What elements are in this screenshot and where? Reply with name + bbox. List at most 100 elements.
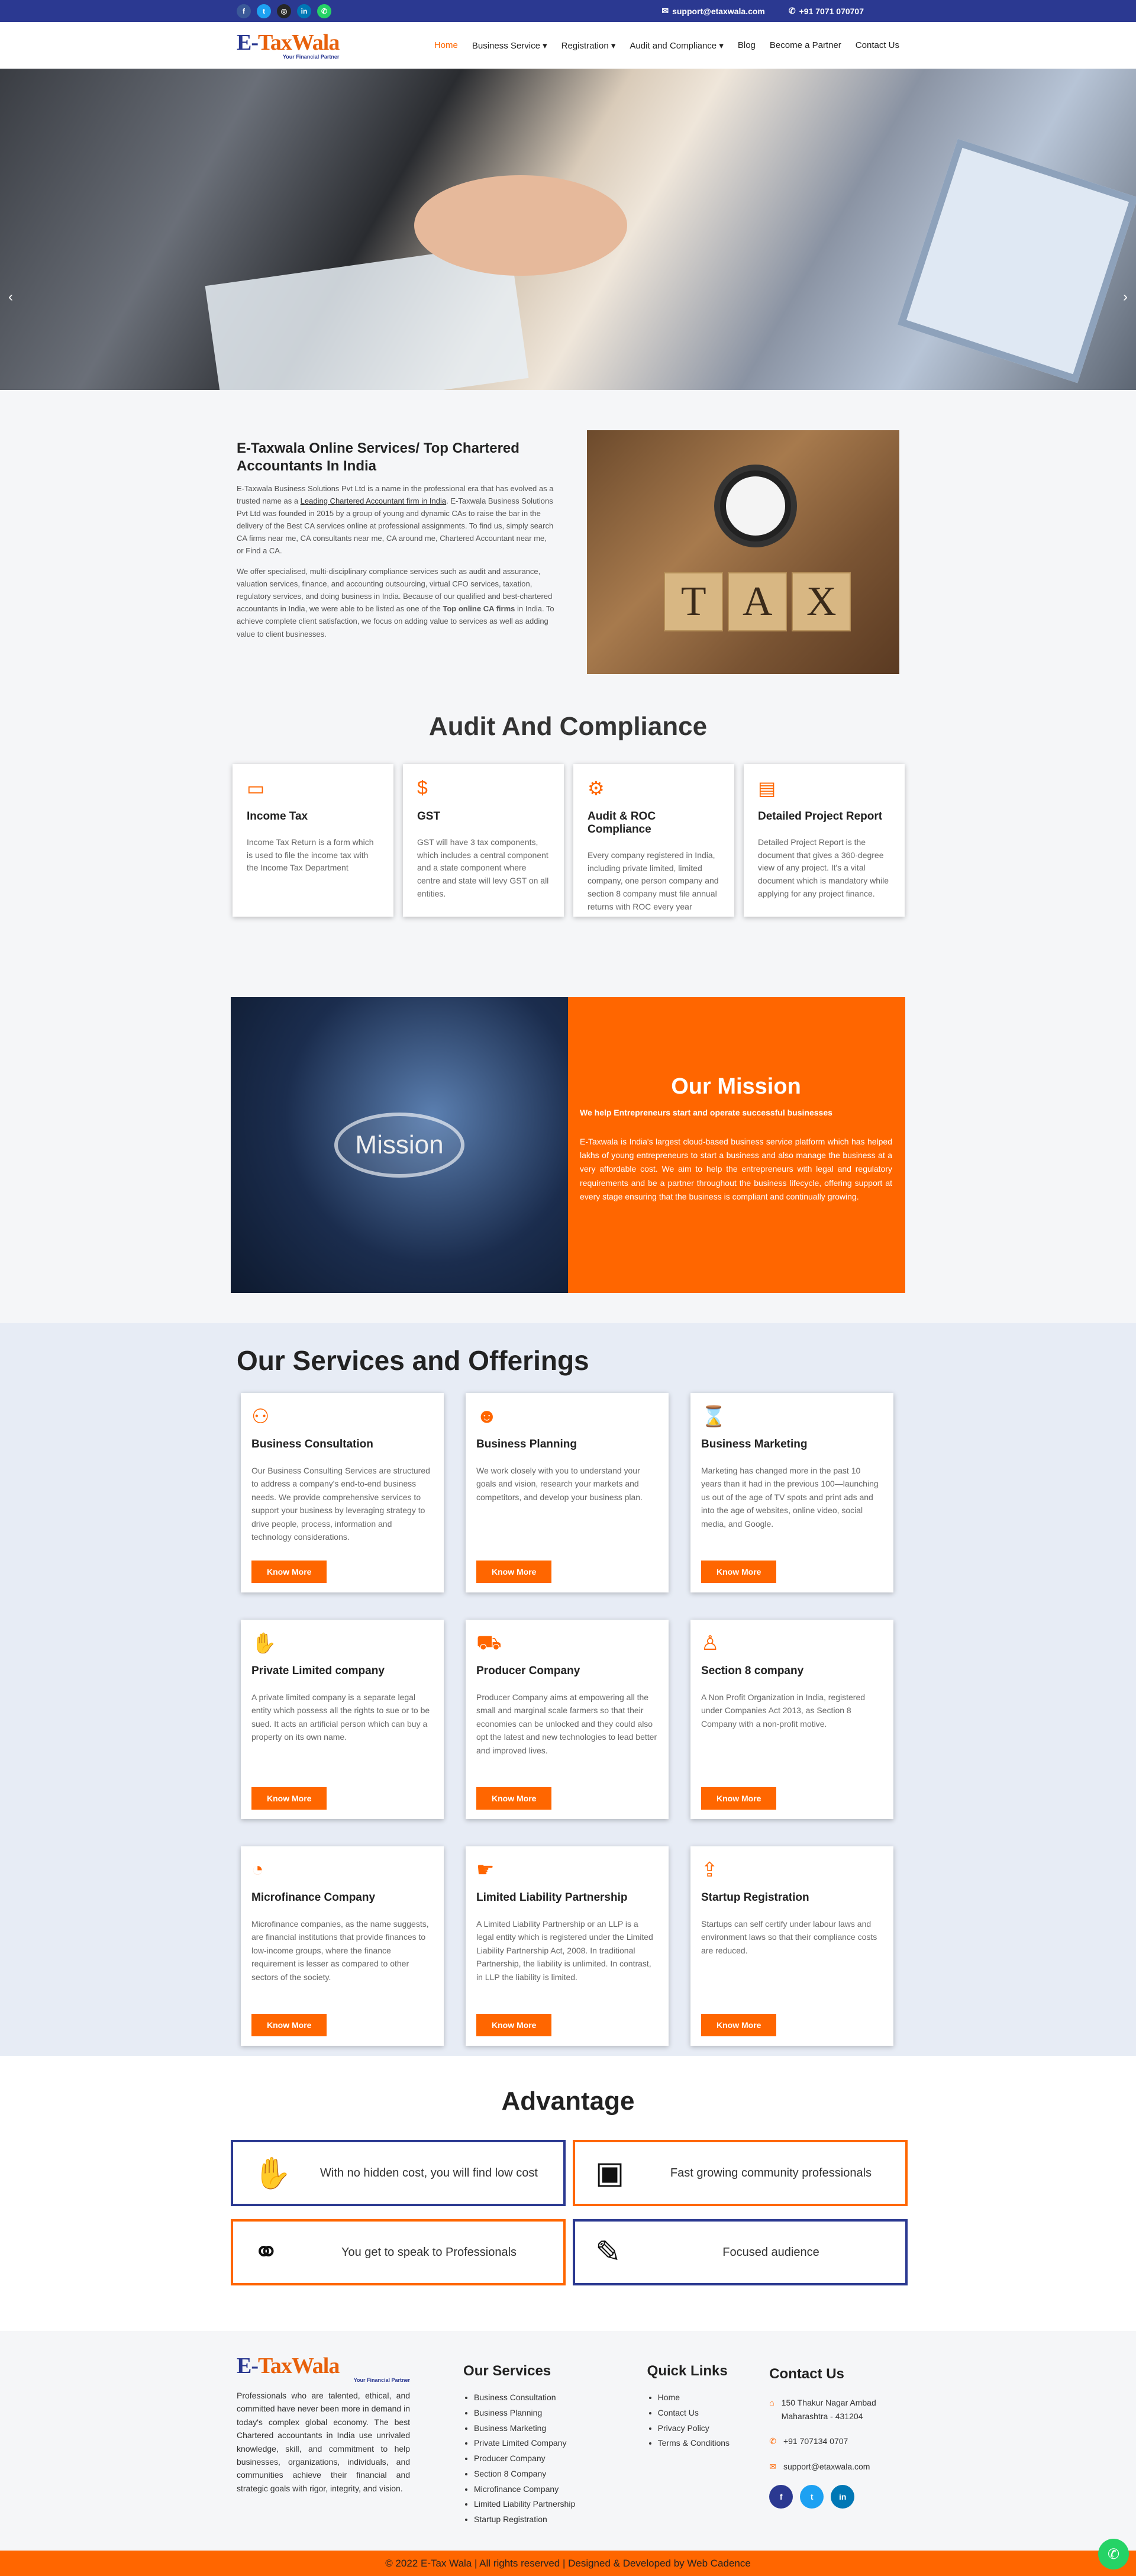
footer-links-title: Quick Links bbox=[647, 2363, 728, 2379]
services-section: Our Services and Offerings ⚇ Business Co… bbox=[0, 1323, 1136, 2056]
service-card: ⌛ Business Marketing Marketing has change… bbox=[690, 1393, 893, 1592]
footer-link-contact[interactable]: Contact Us bbox=[658, 2406, 734, 2421]
nav-blog[interactable]: Blog bbox=[738, 40, 756, 51]
know-more-button[interactable]: Know More bbox=[476, 2014, 552, 2036]
person-icon: ♙ bbox=[701, 1632, 719, 1655]
footer-link-terms[interactable]: Terms & Conditions bbox=[658, 2436, 734, 2451]
footer-service-link[interactable]: Private Limited Company bbox=[474, 2436, 588, 2451]
site-logo[interactable]: E-TaxWala Your Financial Partner bbox=[237, 31, 340, 60]
footer-link-privacy[interactable]: Privacy Policy bbox=[658, 2421, 734, 2436]
advantage-focused: ✎ Focused audience bbox=[573, 2219, 908, 2285]
home-icon: ⌂ bbox=[769, 2398, 774, 2408]
about-section: E-Taxwala Online Services/ Top Chartered… bbox=[0, 390, 1136, 712]
audit-card-dpr[interactable]: ▤ Detailed Project Report Detailed Proje… bbox=[744, 764, 905, 917]
know-more-button[interactable]: Know More bbox=[476, 1561, 552, 1583]
mission-text: E-Taxwala is India's largest cloud-based… bbox=[580, 1137, 892, 1201]
linkedin-icon[interactable]: in bbox=[297, 4, 311, 18]
audit-card-gst[interactable]: $ GST GST will have 3 tax components, wh… bbox=[403, 764, 564, 917]
slider-next-arrow-icon[interactable]: › bbox=[1123, 289, 1128, 305]
notepad-icon: ✎ bbox=[595, 2235, 621, 2269]
about-paragraph-1: E-Taxwala Business Solutions Pvt Ltd is … bbox=[237, 484, 554, 556]
footer-link-home[interactable]: Home bbox=[658, 2390, 734, 2406]
know-more-button[interactable]: Know More bbox=[251, 1561, 327, 1583]
facebook-icon[interactable]: f bbox=[237, 4, 251, 18]
about-title: E-Taxwala Online Services/ Top Chartered… bbox=[237, 440, 519, 474]
footer-service-link[interactable]: Business Consultation bbox=[474, 2390, 588, 2406]
twitter-icon[interactable]: t bbox=[257, 4, 271, 18]
facebook-icon[interactable]: f bbox=[769, 2484, 793, 2509]
nav-contact[interactable]: Contact Us bbox=[856, 40, 899, 51]
dollar-icon: $ bbox=[417, 777, 428, 798]
instagram-icon[interactable]: ◎ bbox=[277, 4, 291, 18]
nav-become-partner[interactable]: Become a Partner bbox=[770, 40, 841, 51]
footer-services-title: Our Services bbox=[463, 2363, 551, 2379]
users-icon: ☻ bbox=[476, 1405, 498, 1427]
mission-title: Our Mission bbox=[671, 1074, 801, 1099]
footer-address: 150 Thakur Nagar Ambad Maharashtra - 431… bbox=[781, 2398, 876, 2421]
service-card: ⚇ Business Consultation Our Business Cons… bbox=[241, 1393, 444, 1592]
top-email[interactable]: ✉ support@etaxwala.com bbox=[661, 6, 765, 16]
service-card: ✋ Private Limited company A private limit… bbox=[241, 1620, 444, 1819]
whatsapp-float-icon[interactable]: ✆ bbox=[1098, 2539, 1129, 2569]
footer-contact-title: Contact Us bbox=[769, 2366, 844, 2382]
upload-tray-icon: ⇪ bbox=[701, 1859, 718, 1881]
about-paragraph-2: We offer specialised, multi-disciplinary… bbox=[237, 567, 554, 639]
tractor-icon: ⛟ bbox=[476, 1632, 502, 1654]
mail-icon: ✉ bbox=[661, 6, 669, 15]
audit-section: Audit And Compliance ▭ Income Tax Income… bbox=[0, 712, 1136, 997]
footer-email[interactable]: support@etaxwala.com bbox=[783, 2460, 870, 2473]
linkedin-icon[interactable]: in bbox=[831, 2484, 855, 2509]
footer-about: Professionals who are talented, ethical,… bbox=[237, 2391, 411, 2493]
nav-home[interactable]: Home bbox=[434, 40, 458, 51]
know-more-button[interactable]: Know More bbox=[251, 1787, 327, 1810]
services-title: Our Services and Offerings bbox=[237, 1345, 589, 1376]
service-card: ☛ Limited Liability Partnership A Limited… bbox=[466, 1846, 669, 2046]
footer-service-link[interactable]: Limited Liability Partnership bbox=[474, 2497, 588, 2512]
nav-audit-compliance[interactable]: Audit and Compliance ▾ bbox=[630, 40, 723, 51]
mission-image: Mission bbox=[231, 997, 568, 1293]
service-card: ☻ Business Planning We work closely with … bbox=[466, 1393, 669, 1592]
nav-registration[interactable]: Registration ▾ bbox=[561, 40, 616, 51]
footer-service-link[interactable]: Business Marketing bbox=[474, 2421, 588, 2436]
users-gear-icon: ⚙ bbox=[588, 778, 605, 799]
tax-image: T A X bbox=[587, 430, 899, 674]
know-more-button[interactable]: Know More bbox=[701, 1561, 777, 1583]
know-more-button[interactable]: Know More bbox=[251, 2014, 327, 2036]
nav-business-service[interactable]: Business Service ▾ bbox=[472, 40, 547, 51]
audit-card-roc[interactable]: ⚙ Audit & ROC Compliance Every company r… bbox=[573, 764, 734, 917]
money-icon: ▭ bbox=[247, 778, 265, 799]
footer-service-link[interactable]: Microfinance Company bbox=[474, 2482, 588, 2497]
footer-phone[interactable]: +91 707134 0707 bbox=[783, 2435, 848, 2448]
know-more-button[interactable]: Know More bbox=[701, 2014, 777, 2036]
advantage-community: ▣ Fast growing community professionals bbox=[573, 2140, 908, 2206]
service-card: ♙ Section 8 company A Non Profit Organiza… bbox=[690, 1620, 893, 1819]
hero-slider: ‹ › bbox=[0, 69, 1136, 390]
about-link[interactable]: Leading Chartered Accountant firm in Ind… bbox=[301, 496, 446, 505]
hand-coin-icon: ✋ bbox=[253, 2156, 292, 2191]
footer-service-link[interactable]: Startup Registration bbox=[474, 2512, 588, 2527]
top-phone[interactable]: ✆ +91 7071 070707 bbox=[789, 6, 864, 16]
service-card: ⛟ Producer Company Producer Company aims … bbox=[466, 1620, 669, 1819]
advantage-section: Advantage ✋ With no hidden cost, you will… bbox=[0, 2056, 1136, 2331]
audit-title: Audit And Compliance bbox=[428, 712, 708, 741]
advantage-title: Advantage bbox=[501, 2087, 635, 2116]
handshake-icon: ⚭ bbox=[253, 2235, 279, 2269]
slider-prev-arrow-icon[interactable]: ‹ bbox=[8, 289, 13, 305]
top-bar: f t ◎ in ✆ ✉ support@etaxwala.com ✆ +91 70… bbox=[0, 0, 1136, 22]
passport-icon: ▣ bbox=[595, 2156, 625, 2190]
service-card: ⇪ Startup Registration Startups can self … bbox=[690, 1846, 893, 2046]
footer-logo[interactable]: E-TaxWala Your Financial Partner bbox=[237, 2355, 410, 2383]
know-more-button[interactable]: Know More bbox=[701, 1787, 777, 1810]
footer-service-link[interactable]: Producer Company bbox=[474, 2451, 588, 2467]
mail-icon: ✉ bbox=[769, 2461, 776, 2471]
phone-icon: ✆ bbox=[769, 2436, 776, 2446]
whatsapp-icon[interactable]: ✆ bbox=[317, 4, 331, 18]
twitter-icon[interactable]: t bbox=[800, 2484, 824, 2509]
footer-service-link[interactable]: Section 8 Company bbox=[474, 2467, 588, 2482]
phone-icon: ✆ bbox=[788, 6, 796, 15]
audit-card-income-tax[interactable]: ▭ Income Tax Income Tax Return is a form… bbox=[233, 764, 393, 917]
know-more-button[interactable]: Know More bbox=[476, 1787, 552, 1810]
hero-image-handshake bbox=[414, 175, 627, 276]
copyright-bar: © 2022 E-Tax Wala | All rights reserved … bbox=[0, 2551, 1136, 2576]
footer-service-link[interactable]: Business Planning bbox=[474, 2406, 588, 2421]
